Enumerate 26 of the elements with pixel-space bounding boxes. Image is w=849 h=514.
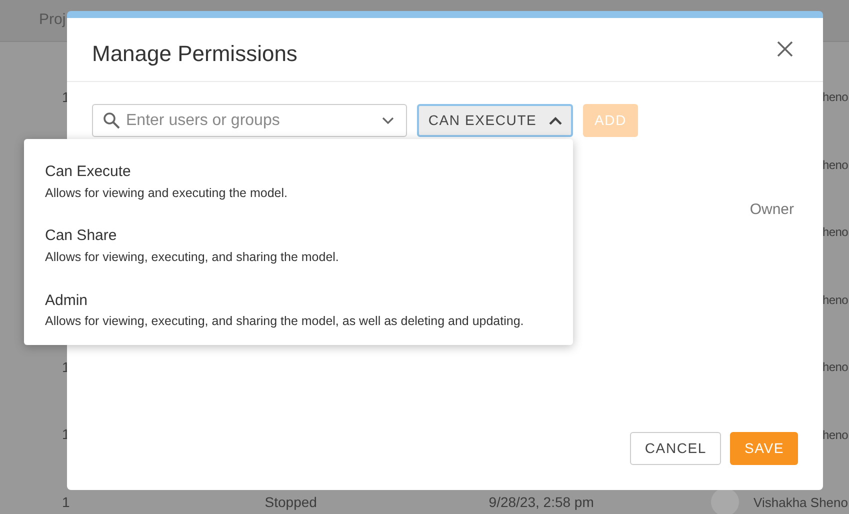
owner-label: Owner bbox=[750, 200, 794, 220]
menu-item-title[interactable]: Admin bbox=[45, 290, 573, 312]
table-cell-text: heno bbox=[822, 224, 848, 242]
table-cell-text: 9/28/23, 2:58 pm bbox=[488, 492, 595, 512]
menu-item-title[interactable]: Can Execute bbox=[45, 161, 573, 184]
search-field[interactable]: Enter users or groups bbox=[92, 104, 407, 137]
search-icon bbox=[103, 112, 120, 129]
close-icon[interactable] bbox=[777, 41, 793, 57]
cancel-button[interactable]: CANCEL bbox=[630, 432, 722, 465]
chevron-down-icon bbox=[382, 117, 394, 125]
dialog-title: Manage Permissions bbox=[92, 40, 298, 68]
menu-item-title[interactable]: Can Share bbox=[45, 225, 573, 248]
table-cell-text: heno bbox=[822, 359, 848, 376]
table-cell-text: heno bbox=[822, 156, 848, 174]
column-header: Proj bbox=[39, 10, 66, 30]
table-cell-text: 1 bbox=[62, 492, 70, 512]
table-cell-text: heno bbox=[822, 426, 848, 444]
table-cell-text: heno bbox=[822, 89, 848, 106]
menu-item-description: Allows for viewing and executing the model. bbox=[45, 184, 288, 202]
role-dropdown-button[interactable]: CAN EXECUTE bbox=[417, 104, 573, 137]
table-cell-text: Vishakha Sheno bbox=[754, 494, 848, 512]
menu-item-description: Allows for viewing, executing, and sharing the model. bbox=[45, 248, 340, 266]
table-cell-text: heno bbox=[822, 292, 848, 309]
menu-item-description: Allows for viewing, executing, and sharing the model, as well as deleting and updating. bbox=[45, 313, 525, 330]
avatar-icon bbox=[710, 488, 739, 514]
table-cell-text: Stopped bbox=[264, 492, 318, 512]
